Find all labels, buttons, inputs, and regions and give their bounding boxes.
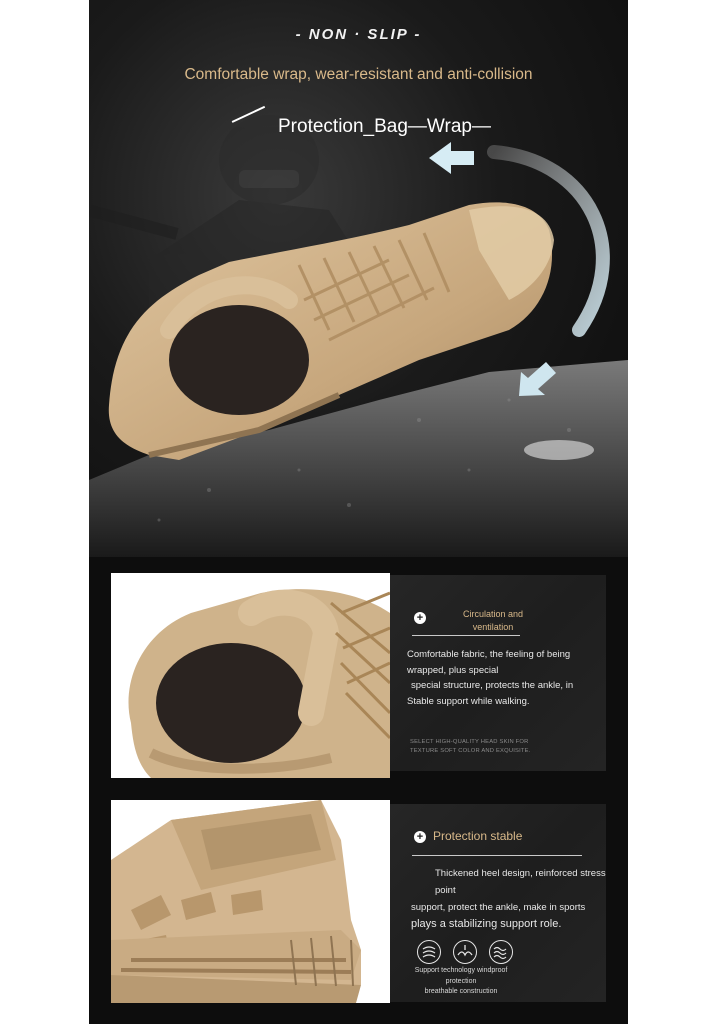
hero-banner: - NON · SLIP - Comfortable wrap, wear-re… [89, 0, 628, 557]
boot-collar-photo [111, 573, 390, 778]
hero-subtitle: Comfortable wrap, wear-resistant and ant… [184, 66, 533, 83]
protection-info-card: + Protection stable Thickened heel desig… [390, 804, 606, 1002]
title-underline [412, 635, 520, 636]
feature-description: Thickened heel design, reinforced stress… [411, 865, 606, 933]
product-detail-strip: - NON · SLIP - Comfortable wrap, wear-re… [89, 0, 628, 1024]
icon-caption: Support technology windproof protection … [401, 966, 521, 998]
protection-callout: Protection_Bag—Wrap— [278, 116, 491, 137]
fine-print: SELECT HIGH-QUALITY HEAD SKIN FOR TEXTUR… [410, 738, 531, 756]
boot-heel-photo [111, 800, 390, 1003]
ventilation-info-card: + Circulation and ventilation Comfortabl… [390, 575, 606, 771]
icon-caption-line2: breathable construction [424, 988, 498, 995]
description-line1: Comfortable fabric, the feeling of being… [407, 649, 571, 676]
feature-description: Comfortable fabric, the feeling of being… [407, 647, 606, 709]
feature-title-line2: ventilation [472, 622, 514, 632]
description-line3: Stable support while walking. [407, 695, 530, 707]
wave-protection-icon [489, 940, 513, 964]
feature-ventilation: + Circulation and ventilation Comfortabl… [89, 557, 628, 787]
non-slip-tagline: - NON · SLIP - [295, 26, 422, 43]
icon-caption-line1: Support technology windproof protection [414, 967, 508, 985]
plus-icon: + [414, 612, 426, 624]
windproof-icon [417, 940, 441, 964]
fine-print-line2: TEXTURE SOFT COLOR AND EXQUISITE. [410, 748, 531, 754]
feature-title-line1: Circulation and [462, 609, 524, 619]
arrow-icon [429, 142, 474, 174]
description-line2: special structure, protects the ankle, i… [411, 680, 574, 691]
feature-title: Protection stable [433, 829, 523, 843]
plus-icon: + [414, 831, 426, 843]
breathable-icon [453, 940, 477, 964]
feature-title: Circulation and ventilation [438, 608, 548, 634]
feature-protection: + Protection stable Thickened heel desig… [89, 787, 628, 1024]
title-underline [412, 855, 582, 856]
description-line3: plays a stabilizing support role. [411, 918, 562, 930]
fine-print-line1: SELECT HIGH-QUALITY HEAD SKIN FOR [410, 739, 529, 745]
description-line2: support, protect the ankle, make in spor… [411, 902, 586, 913]
description-line1: Thickened heel design, reinforced stress… [435, 868, 606, 896]
